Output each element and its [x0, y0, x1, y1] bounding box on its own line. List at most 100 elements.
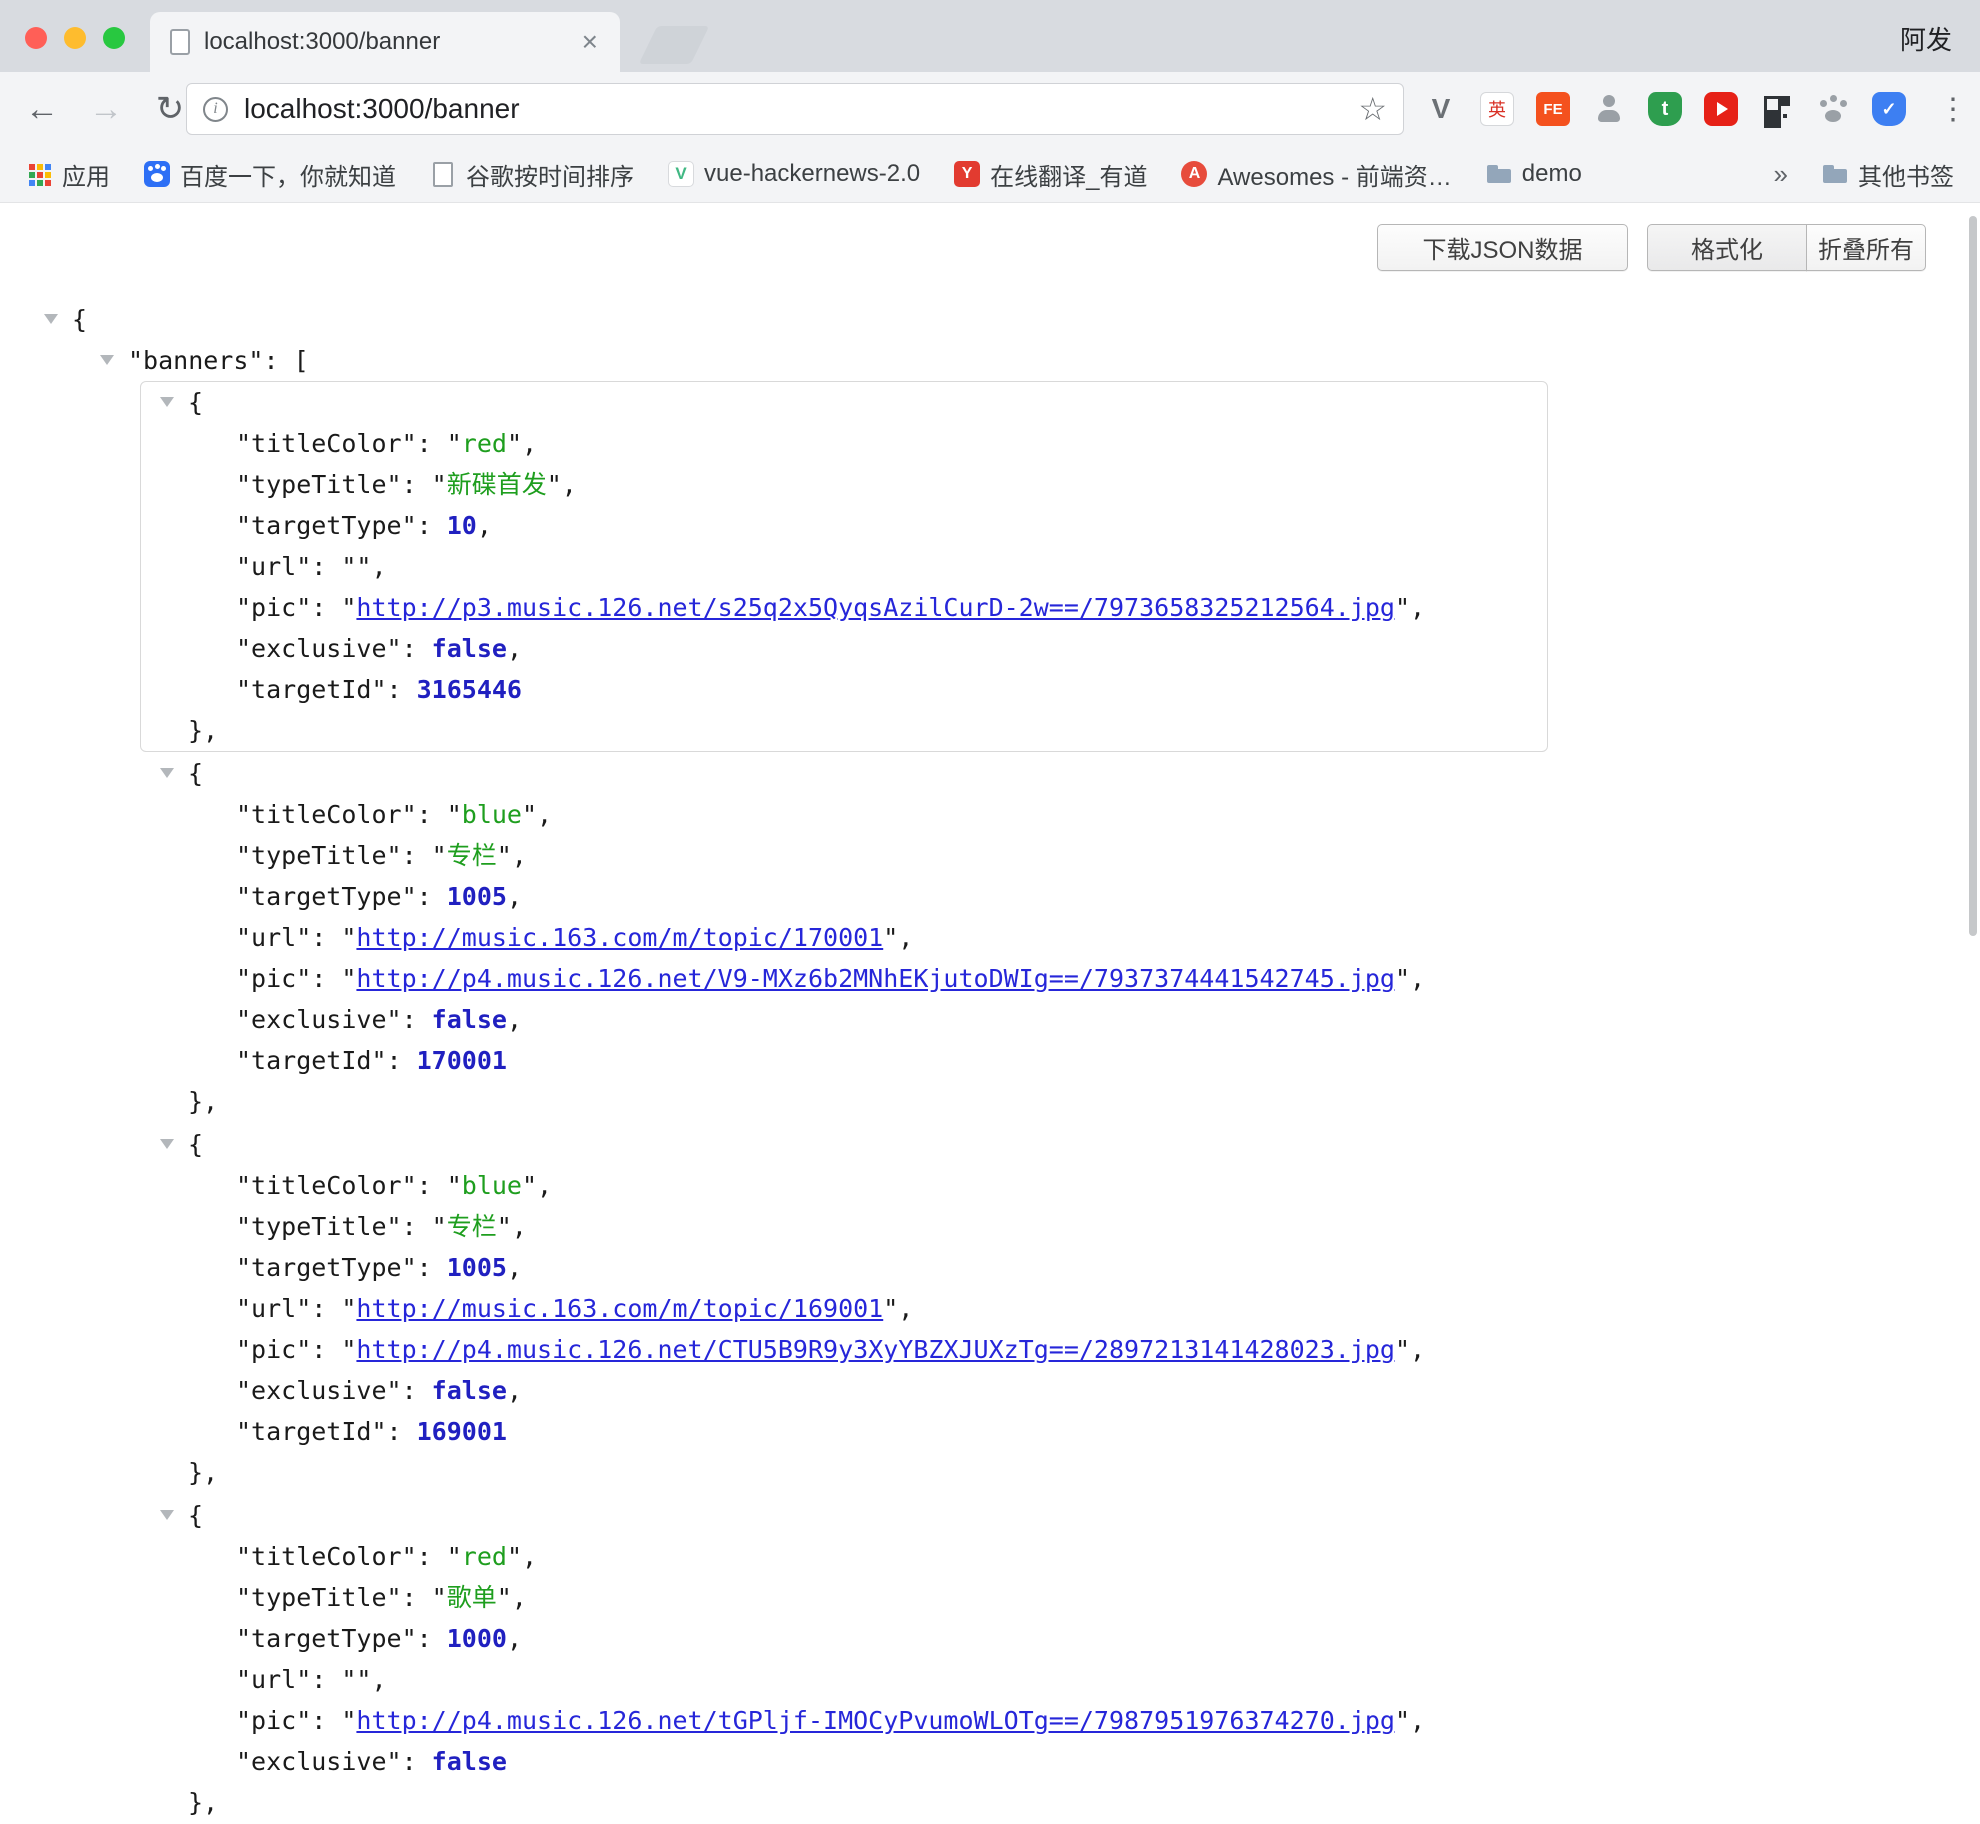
bookmark-label: 百度一下，你就知道: [180, 157, 396, 192]
url-host: localhost:3000: [244, 93, 425, 124]
page-info-icon[interactable]: [203, 97, 228, 122]
browser-menu-icon[interactable]: [1938, 72, 1968, 146]
json-number: 169001: [417, 1417, 507, 1446]
json-field-titleColor: "titleColor": "red",: [141, 423, 1547, 464]
json-field-targetId: "targetId": 169001: [141, 1411, 1547, 1452]
apps-grid-icon: [26, 161, 52, 187]
bookmark-item-1[interactable]: 应用: [26, 157, 110, 192]
bookmark-item-6[interactable]: AAwesomes - 前端资…: [1181, 157, 1451, 192]
json-url-link[interactable]: http://p4.music.126.net/V9-MXz6b2MNhEKju…: [356, 964, 1395, 993]
youtube-icon[interactable]: [1704, 92, 1738, 126]
vertical-scrollbar[interactable]: [1969, 216, 1977, 936]
json-boolean: false: [432, 1747, 507, 1776]
collapse-toggle-icon[interactable]: [160, 768, 174, 778]
json-object-open: {: [141, 382, 1547, 423]
json-url-link[interactable]: http://music.163.com/m/topic/169001: [356, 1294, 883, 1323]
minimize-window-button[interactable]: [64, 27, 86, 49]
json-banners-open: "banners": [: [0, 340, 1980, 381]
folder-icon: [1822, 161, 1848, 187]
person-icon[interactable]: [1592, 92, 1626, 126]
address-bar[interactable]: localhost:3000/banner: [186, 83, 1404, 135]
paw-icon[interactable]: [1816, 92, 1850, 126]
bookmark-label: 谷歌按时间排序: [466, 157, 634, 192]
tab-close-icon[interactable]: [580, 28, 600, 56]
new-tab-button[interactable]: [639, 26, 710, 64]
json-string: 专栏: [447, 1212, 497, 1241]
other-bookmarks[interactable]: 其他书签: [1822, 157, 1954, 192]
collapse-toggle-icon[interactable]: [160, 1510, 174, 1520]
bookmark-item-4[interactable]: Vvue-hackernews-2.0: [668, 160, 920, 188]
page-content: 下载JSON数据 格式化 折叠所有 {"banners": [{"titleCo…: [0, 204, 1980, 1754]
fe-icon[interactable]: FE: [1536, 92, 1570, 126]
json-field-pic: "pic": "http://p4.music.126.net/tGPljf-I…: [141, 1700, 1547, 1741]
baidu-icon: [144, 161, 170, 187]
browser-tab[interactable]: localhost:3000/banner: [150, 12, 620, 72]
browser-toolbar: localhost:3000/banner V英 FE t ✓: [0, 72, 1980, 146]
bookmark-label: 在线翻译_有道: [990, 157, 1147, 192]
json-field-titleColor: "titleColor": "red",: [141, 1536, 1547, 1577]
json-string: red: [462, 429, 507, 458]
json-object-open: {: [141, 1495, 1547, 1536]
json-field-targetId: "targetId": 3165446: [141, 669, 1547, 710]
json-field-targetType: "targetType": 1005,: [141, 1247, 1547, 1288]
forward-button: [78, 72, 134, 146]
close-window-button[interactable]: [25, 27, 47, 49]
json-boolean: false: [432, 1005, 507, 1034]
json-root-open: {: [0, 299, 1980, 340]
other-bookmarks-label: 其他书签: [1858, 157, 1954, 192]
json-string: 歌单: [447, 1583, 497, 1612]
json-field-pic: "pic": "http://p4.music.126.net/CTU5B9R9…: [141, 1329, 1547, 1370]
bookmark-star-icon[interactable]: [1358, 90, 1387, 128]
json-url-link[interactable]: http://music.163.com/m/topic/170001: [356, 923, 883, 952]
json-number: 1000: [447, 1624, 507, 1653]
json-field-targetId: "targetId": 170001: [141, 1040, 1547, 1081]
url-path: /banner: [425, 93, 520, 124]
qrcode-icon[interactable]: [1760, 92, 1794, 126]
bookmarks-bar: 应用 百度一下，你就知道 谷歌按时间排序 Vvue-hackernews-2.0 Y在线…: [0, 146, 1980, 203]
json-field-url: "url": "http://music.163.com/m/topic/169…: [141, 1288, 1547, 1329]
json-field-exclusive: "exclusive": false,: [141, 628, 1547, 669]
url-text[interactable]: localhost:3000/banner: [244, 93, 520, 125]
bookmark-item-2[interactable]: 百度一下，你就知道: [144, 157, 396, 192]
maximize-window-button[interactable]: [103, 27, 125, 49]
json-string: 新碟首发: [447, 470, 547, 499]
json-string: blue: [462, 800, 522, 829]
blue-shield-icon[interactable]: ✓: [1872, 92, 1906, 126]
json-field-url: "url": "",: [141, 546, 1547, 587]
folder-icon: [1486, 161, 1512, 187]
tab-strip: localhost:3000/banner 阿发: [0, 0, 1980, 72]
json-object-open: {: [141, 753, 1547, 794]
extensions-row: V英 FE t ✓: [1424, 72, 1906, 146]
collapse-toggle-icon[interactable]: [160, 1139, 174, 1149]
json-string: red: [462, 1542, 507, 1571]
translate-icon[interactable]: 英: [1480, 92, 1514, 126]
vimium-icon[interactable]: V: [1424, 92, 1458, 126]
t-shield-icon[interactable]: t: [1648, 92, 1682, 126]
json-number: 3165446: [417, 675, 522, 704]
awesomes-icon: A: [1181, 161, 1207, 187]
json-field-typeTitle: "typeTitle": "新碟首发",: [141, 464, 1547, 505]
bookmark-item-3[interactable]: 谷歌按时间排序: [430, 157, 634, 192]
bookmark-item-7[interactable]: demo: [1486, 160, 1582, 188]
json-url-link[interactable]: http://p4.music.126.net/CTU5B9R9y3XyYBZX…: [356, 1335, 1395, 1364]
json-string: 专栏: [447, 841, 497, 870]
json-field-exclusive: "exclusive": false: [141, 1741, 1547, 1782]
json-field-targetType: "targetType": 10,: [141, 505, 1547, 546]
json-string: blue: [462, 1171, 522, 1200]
json-number: 10: [447, 511, 477, 540]
json-number: 170001: [417, 1046, 507, 1075]
collapse-toggle-icon[interactable]: [160, 397, 174, 407]
json-boolean: false: [432, 634, 507, 663]
json-url-link[interactable]: http://p4.music.126.net/tGPljf-IMOCyPvum…: [356, 1706, 1395, 1735]
banner-object-3: {"titleColor": "blue","typeTitle": "专栏",…: [140, 1123, 1548, 1494]
bookmarks-overflow-chevron[interactable]: »: [1774, 159, 1788, 190]
json-field-exclusive: "exclusive": false,: [141, 999, 1547, 1040]
back-button[interactable]: [14, 72, 70, 146]
json-number: 1005: [447, 882, 507, 911]
json-url-link[interactable]: http://p3.music.126.net/s25q2x5QyqsAzilC…: [356, 593, 1395, 622]
collapse-toggle-icon[interactable]: [44, 314, 58, 324]
bookmark-item-5[interactable]: Y在线翻译_有道: [954, 157, 1147, 192]
json-field-titleColor: "titleColor": "blue",: [141, 1165, 1547, 1206]
collapse-toggle-icon[interactable]: [100, 355, 114, 365]
profile-name[interactable]: 阿发: [1900, 20, 1952, 57]
